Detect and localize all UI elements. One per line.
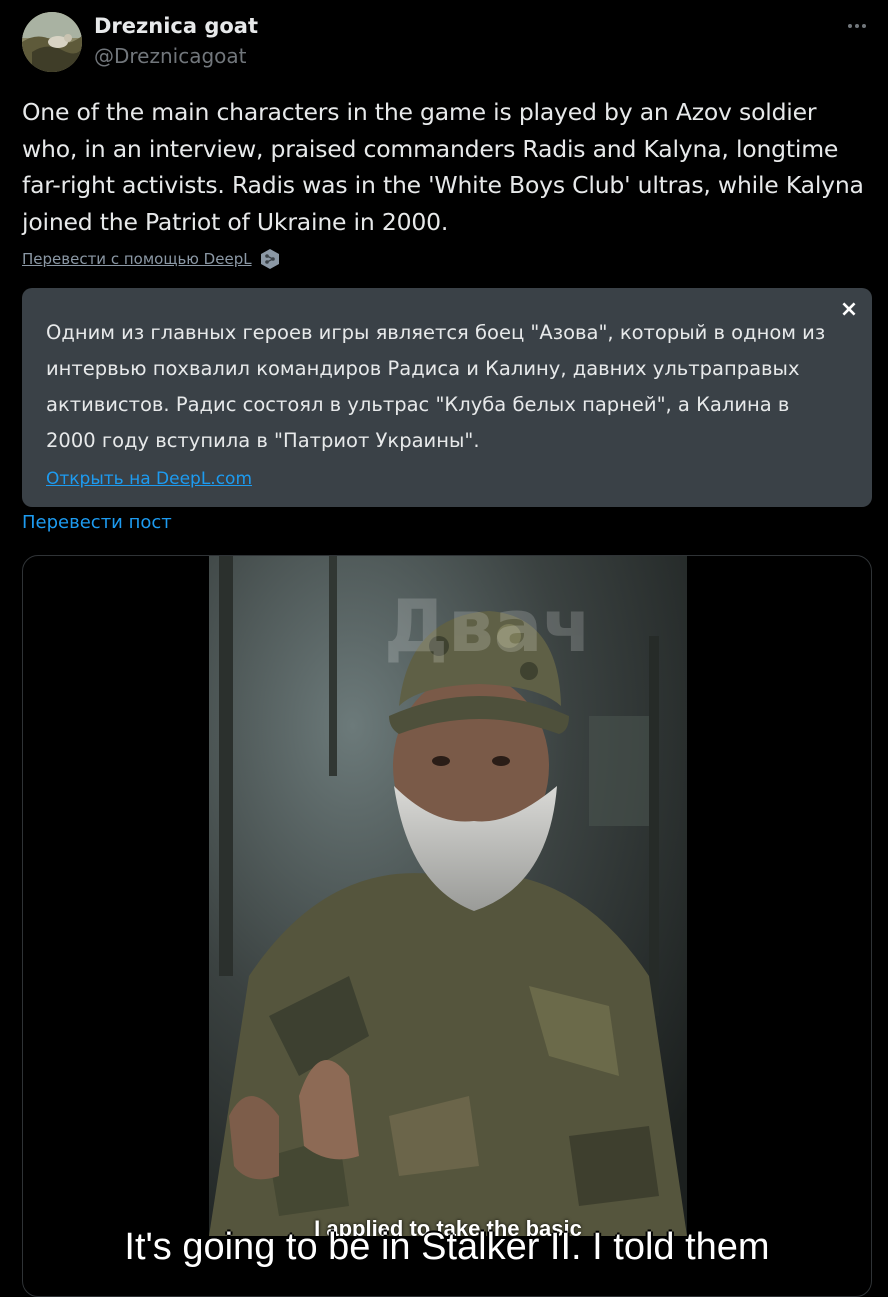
open-on-deepl-link[interactable]: Открыть на DeepL.com xyxy=(46,469,252,489)
user-handle[interactable]: @Dreznicagoat xyxy=(94,44,247,68)
tweet-text: One of the main characters in the game i… xyxy=(22,98,864,236)
translate-with-deepl-link[interactable]: Перевести с помощью DeepL xyxy=(22,250,252,268)
deepl-icon xyxy=(260,249,279,269)
translate-post-link[interactable]: Перевести пост xyxy=(22,512,172,533)
tweet-header: Dreznica goat @Dreznicagoat xyxy=(22,12,872,76)
close-translation-button[interactable]: × xyxy=(838,298,860,322)
video-player[interactable]: Двач I applied to take the basic It's go… xyxy=(22,555,872,1297)
watermark-text: Двач xyxy=(384,584,592,668)
deepl-translate-row: Перевести с помощью DeepL xyxy=(22,246,281,272)
more-options-icon[interactable] xyxy=(842,14,872,38)
avatar[interactable] xyxy=(22,12,82,72)
video-still-image: Двач xyxy=(209,556,687,1236)
translation-box: × Одним из главных героев игры является … xyxy=(22,288,872,507)
translation-text: Одним из главных героев игры является бо… xyxy=(46,321,826,452)
video-frame[interactable]: Двач I applied to take the basic xyxy=(209,556,687,1236)
display-name[interactable]: Dreznica goat xyxy=(94,14,258,38)
video-subtitle-outer: It's going to be in Stalker II. I told t… xyxy=(124,1226,770,1268)
